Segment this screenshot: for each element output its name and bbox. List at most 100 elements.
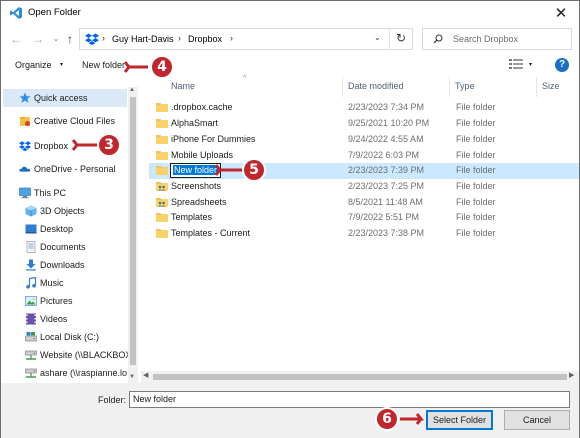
recent-locations-chevron-icon[interactable]: ⌄ (49, 32, 63, 46)
nav-item-creative-cloud-files[interactable]: Creative Cloud Files (3, 112, 127, 130)
folder-name-input[interactable]: New folder (129, 391, 570, 408)
nav-item-music[interactable]: Music (3, 274, 127, 292)
nav-item-3d-objects[interactable]: 3D Objects (3, 202, 127, 220)
nav-item-label: Videos (40, 314, 68, 324)
navigation-pane-scrollbar[interactable]: ▲ ▼ (128, 87, 138, 383)
search-placeholder: Search Dropbox (453, 34, 519, 44)
organize-button[interactable]: Organize (15, 60, 52, 70)
column-header-type[interactable]: Type (455, 81, 475, 91)
column-divider[interactable] (449, 77, 450, 97)
sort-ascending-icon: ^ (243, 75, 247, 82)
address-bar[interactable]: › Guy Hart-Davis › Dropbox › ⌄ ↻ (79, 28, 413, 50)
breadcrumb-separator[interactable]: › (102, 33, 105, 43)
new-folder-button[interactable]: New folder (82, 60, 125, 70)
organize-dropdown-icon[interactable]: ▾ (60, 61, 63, 68)
help-icon[interactable]: ? (555, 58, 569, 72)
scroll-left-icon[interactable]: ◀ (143, 371, 148, 379)
file-row[interactable]: AlphaSmart 9/25/2021 10:20 PM File folde… (149, 116, 579, 132)
file-row-selected[interactable]: New folder 2/23/2023 7:39 PM File folder (149, 163, 579, 179)
scroll-right-icon[interactable]: ▶ (569, 371, 574, 379)
select-folder-button[interactable]: Select Folder (426, 410, 493, 430)
nav-item-downloads[interactable]: Downloads (3, 256, 127, 274)
address-dropdown-icon[interactable]: ⌄ (374, 33, 381, 42)
nav-item-desktop[interactable]: Desktop (3, 220, 127, 238)
breadcrumb-dropbox[interactable]: Dropbox (188, 34, 222, 44)
file-type: File folder (456, 197, 496, 207)
downloads-icon (26, 259, 36, 271)
callout-step-4: 4 (150, 55, 174, 79)
callout-step-3: 3 (97, 133, 121, 157)
rename-text: New folder (173, 165, 219, 175)
column-header-name[interactable]: Name (171, 81, 195, 91)
folder-icon (156, 151, 168, 160)
nav-item-label: Pictures (40, 296, 73, 306)
file-row[interactable]: Templates - Current 2/23/2023 7:38 PM Fi… (149, 226, 579, 242)
forward-arrow-icon[interactable]: → (31, 32, 45, 46)
file-type: File folder (456, 102, 496, 112)
scrollbar-thumb[interactable] (153, 374, 567, 380)
nav-item-documents[interactable]: Documents (3, 238, 127, 256)
back-arrow-icon[interactable]: ← (9, 32, 23, 46)
breadcrumb-guy-hart-davis[interactable]: Guy Hart-Davis (112, 34, 174, 44)
search-box[interactable]: Search Dropbox (422, 28, 572, 50)
nav-item-label: 3D Objects (40, 206, 85, 216)
scroll-up-icon[interactable]: ▲ (129, 87, 135, 93)
breadcrumb-separator[interactable]: › (230, 33, 233, 43)
documents-icon (26, 241, 36, 253)
file-row[interactable]: Templates 7/9/2022 5:51 PM File folder (149, 210, 579, 226)
close-icon[interactable]: ✕ (551, 3, 571, 23)
callout-step-5: 5 (242, 158, 266, 182)
videos-icon (26, 313, 36, 325)
file-list-horizontal-scrollbar[interactable]: ◀ ▶ (141, 371, 579, 383)
cancel-button[interactable]: Cancel (504, 410, 570, 430)
desktop-icon (25, 224, 37, 234)
navigation-bar: ← → ⌄ ↑ › Guy Hart-Davis › Dropbox › ⌄ ↻… (1, 25, 579, 53)
column-divider[interactable] (342, 77, 343, 97)
rename-field[interactable]: New folder (170, 163, 222, 178)
nav-item-label: Local Disk (C:) (40, 332, 100, 342)
nav-item-quick-access[interactable]: Quick access (3, 89, 127, 107)
nav-item-label: ashare (\\raspianne.lo (40, 368, 128, 378)
column-divider[interactable] (536, 77, 537, 97)
file-date: 9/25/2021 10:20 PM (348, 118, 430, 128)
window-title: Open Folder (28, 7, 81, 18)
file-row[interactable]: Screenshots 2/23/2023 7:25 PM File folde… (149, 179, 579, 195)
view-options-icon[interactable] (509, 58, 523, 70)
nav-item-ashare-network[interactable]: ashare (\\raspianne.lo (3, 364, 127, 382)
shared-folder-icon (156, 182, 168, 191)
nav-item-this-pc[interactable]: This PC (3, 184, 127, 202)
nav-item-videos[interactable]: Videos (3, 310, 127, 328)
column-header-date-modified[interactable]: Date modified (348, 81, 404, 91)
scrollbar-thumb[interactable] (130, 97, 136, 365)
file-row[interactable]: Mobile Uploads 7/9/2022 6:03 PM File fol… (149, 148, 579, 164)
view-dropdown-icon[interactable]: ▾ (529, 61, 532, 68)
file-type: File folder (456, 118, 496, 128)
network-drive-icon (25, 368, 37, 378)
nav-item-label: Website (\\BLACKBOX (40, 350, 132, 360)
nav-item-label: Dropbox (34, 141, 69, 151)
vscode-app-icon (10, 7, 22, 19)
nav-item-onedrive[interactable]: OneDrive - Personal (3, 160, 127, 178)
file-name: Templates - Current (171, 228, 251, 238)
file-date: 7/9/2022 6:03 PM (348, 150, 420, 160)
up-arrow-icon[interactable]: ↑ (63, 32, 77, 46)
refresh-icon[interactable]: ↻ (396, 31, 406, 45)
file-row[interactable]: iPhone For Dummies 9/24/2022 4:55 AM Fil… (149, 132, 579, 148)
scroll-down-icon[interactable]: ▼ (129, 374, 135, 380)
nav-item-label: Desktop (40, 224, 74, 234)
nav-item-pictures[interactable]: Pictures (3, 292, 127, 310)
column-header-size[interactable]: Size (542, 81, 560, 91)
dropbox-icon (85, 33, 99, 45)
folder-icon (156, 166, 168, 175)
nav-item-website-network[interactable]: Website (\\BLACKBOX (3, 346, 131, 364)
file-type: File folder (456, 228, 496, 238)
file-row[interactable]: .dropbox.cache 2/23/2023 7:34 PM File fo… (149, 100, 579, 116)
file-row[interactable]: Spreadsheets 8/5/2021 11:48 AM File fold… (149, 195, 579, 211)
star-icon (19, 92, 31, 103)
pc-icon (19, 187, 31, 199)
file-name: Spreadsheets (171, 197, 227, 207)
breadcrumb-separator[interactable]: › (178, 33, 181, 43)
file-name: AlphaSmart (171, 118, 219, 128)
music-icon (26, 277, 37, 289)
nav-item-local-disk-c[interactable]: Local Disk (C:) (3, 328, 127, 346)
